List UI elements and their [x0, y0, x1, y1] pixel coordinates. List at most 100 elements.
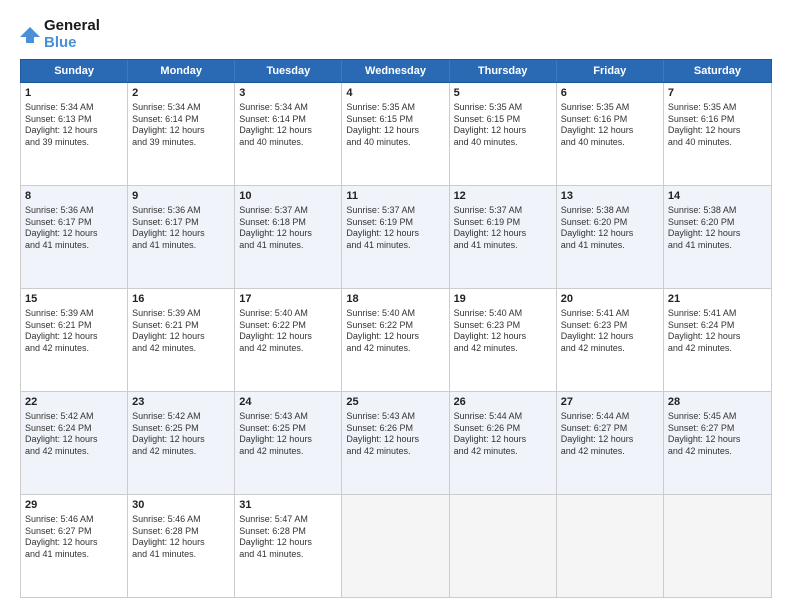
- logo-text: GeneralBlue: [44, 18, 100, 51]
- day-number: 25: [346, 395, 444, 410]
- cell-line: Sunset: 6:20 PM: [561, 217, 659, 229]
- day-cell-10: 10Sunrise: 5:37 AMSunset: 6:18 PMDayligh…: [235, 186, 342, 288]
- cell-line: Sunset: 6:24 PM: [668, 320, 767, 332]
- day-number: 29: [25, 498, 123, 513]
- cell-line: Daylight: 12 hours: [346, 434, 444, 446]
- cell-line: Sunset: 6:13 PM: [25, 114, 123, 126]
- cell-line: Sunrise: 5:38 AM: [668, 205, 767, 217]
- cell-line: Daylight: 12 hours: [561, 228, 659, 240]
- cell-line: Daylight: 12 hours: [132, 228, 230, 240]
- calendar-body: 1Sunrise: 5:34 AMSunset: 6:13 PMDaylight…: [20, 83, 772, 598]
- cell-line: and 42 minutes.: [454, 446, 552, 458]
- day-cell-23: 23Sunrise: 5:42 AMSunset: 6:25 PMDayligh…: [128, 392, 235, 494]
- day-cell-30: 30Sunrise: 5:46 AMSunset: 6:28 PMDayligh…: [128, 495, 235, 597]
- cell-line: and 39 minutes.: [132, 137, 230, 149]
- cell-line: Daylight: 12 hours: [239, 434, 337, 446]
- day-number: 4: [346, 86, 444, 101]
- day-cell-14: 14Sunrise: 5:38 AMSunset: 6:20 PMDayligh…: [664, 186, 771, 288]
- day-cell-26: 26Sunrise: 5:44 AMSunset: 6:26 PMDayligh…: [450, 392, 557, 494]
- cell-line: Sunset: 6:18 PM: [239, 217, 337, 229]
- day-number: 13: [561, 189, 659, 204]
- cell-line: Daylight: 12 hours: [25, 537, 123, 549]
- cell-line: Sunset: 6:28 PM: [239, 526, 337, 538]
- cell-line: Daylight: 12 hours: [454, 331, 552, 343]
- cell-line: Sunrise: 5:37 AM: [454, 205, 552, 217]
- cell-line: Sunset: 6:14 PM: [132, 114, 230, 126]
- cell-line: Sunset: 6:16 PM: [668, 114, 767, 126]
- day-cell-2: 2Sunrise: 5:34 AMSunset: 6:14 PMDaylight…: [128, 83, 235, 185]
- cell-line: and 42 minutes.: [668, 446, 767, 458]
- day-number: 3: [239, 86, 337, 101]
- day-number: 5: [454, 86, 552, 101]
- calendar-header: SundayMondayTuesdayWednesdayThursdayFrid…: [20, 59, 772, 83]
- day-cell-29: 29Sunrise: 5:46 AMSunset: 6:27 PMDayligh…: [21, 495, 128, 597]
- cell-line: Sunrise: 5:34 AM: [239, 102, 337, 114]
- cell-line: Sunset: 6:27 PM: [25, 526, 123, 538]
- cell-line: Sunrise: 5:36 AM: [132, 205, 230, 217]
- day-number: 26: [454, 395, 552, 410]
- empty-cell: [450, 495, 557, 597]
- day-number: 22: [25, 395, 123, 410]
- day-cell-22: 22Sunrise: 5:42 AMSunset: 6:24 PMDayligh…: [21, 392, 128, 494]
- cell-line: Sunrise: 5:44 AM: [454, 411, 552, 423]
- day-cell-9: 9Sunrise: 5:36 AMSunset: 6:17 PMDaylight…: [128, 186, 235, 288]
- cell-line: Daylight: 12 hours: [239, 331, 337, 343]
- day-cell-8: 8Sunrise: 5:36 AMSunset: 6:17 PMDaylight…: [21, 186, 128, 288]
- cell-line: and 42 minutes.: [346, 343, 444, 355]
- cell-line: Sunset: 6:23 PM: [561, 320, 659, 332]
- day-number: 19: [454, 292, 552, 307]
- cell-line: Daylight: 12 hours: [668, 228, 767, 240]
- day-cell-4: 4Sunrise: 5:35 AMSunset: 6:15 PMDaylight…: [342, 83, 449, 185]
- cell-line: Sunrise: 5:45 AM: [668, 411, 767, 423]
- cell-line: Daylight: 12 hours: [454, 125, 552, 137]
- cell-line: Sunrise: 5:39 AM: [132, 308, 230, 320]
- cell-line: Daylight: 12 hours: [668, 434, 767, 446]
- day-number: 2: [132, 86, 230, 101]
- cell-line: and 41 minutes.: [561, 240, 659, 252]
- cell-line: Sunrise: 5:34 AM: [25, 102, 123, 114]
- cell-line: Sunset: 6:22 PM: [239, 320, 337, 332]
- day-number: 11: [346, 189, 444, 204]
- day-cell-6: 6Sunrise: 5:35 AMSunset: 6:16 PMDaylight…: [557, 83, 664, 185]
- cell-line: Sunrise: 5:41 AM: [668, 308, 767, 320]
- day-cell-12: 12Sunrise: 5:37 AMSunset: 6:19 PMDayligh…: [450, 186, 557, 288]
- cell-line: Sunrise: 5:42 AM: [132, 411, 230, 423]
- day-cell-3: 3Sunrise: 5:34 AMSunset: 6:14 PMDaylight…: [235, 83, 342, 185]
- day-number: 6: [561, 86, 659, 101]
- cell-line: Sunset: 6:19 PM: [346, 217, 444, 229]
- cell-line: Daylight: 12 hours: [132, 331, 230, 343]
- cell-line: and 41 minutes.: [454, 240, 552, 252]
- empty-cell: [342, 495, 449, 597]
- cell-line: Sunset: 6:28 PM: [132, 526, 230, 538]
- cell-line: Daylight: 12 hours: [561, 331, 659, 343]
- cell-line: Daylight: 12 hours: [25, 228, 123, 240]
- calendar: SundayMondayTuesdayWednesdayThursdayFrid…: [20, 59, 772, 598]
- day-cell-16: 16Sunrise: 5:39 AMSunset: 6:21 PMDayligh…: [128, 289, 235, 391]
- day-number: 16: [132, 292, 230, 307]
- cell-line: Sunset: 6:19 PM: [454, 217, 552, 229]
- cell-line: Sunrise: 5:41 AM: [561, 308, 659, 320]
- day-cell-28: 28Sunrise: 5:45 AMSunset: 6:27 PMDayligh…: [664, 392, 771, 494]
- calendar-row-2: 15Sunrise: 5:39 AMSunset: 6:21 PMDayligh…: [21, 289, 771, 392]
- cell-line: and 42 minutes.: [561, 446, 659, 458]
- cell-line: Daylight: 12 hours: [25, 331, 123, 343]
- header-day-sunday: Sunday: [21, 60, 128, 82]
- cell-line: and 42 minutes.: [668, 343, 767, 355]
- cell-line: Sunrise: 5:36 AM: [25, 205, 123, 217]
- cell-line: Daylight: 12 hours: [239, 228, 337, 240]
- calendar-row-3: 22Sunrise: 5:42 AMSunset: 6:24 PMDayligh…: [21, 392, 771, 495]
- cell-line: and 42 minutes.: [132, 446, 230, 458]
- cell-line: Sunset: 6:26 PM: [454, 423, 552, 435]
- cell-line: Sunrise: 5:43 AM: [239, 411, 337, 423]
- cell-line: Sunset: 6:15 PM: [346, 114, 444, 126]
- cell-line: Sunrise: 5:46 AM: [132, 514, 230, 526]
- cell-line: and 42 minutes.: [346, 446, 444, 458]
- cell-line: and 42 minutes.: [25, 446, 123, 458]
- cell-line: Daylight: 12 hours: [561, 125, 659, 137]
- cell-line: Sunrise: 5:34 AM: [132, 102, 230, 114]
- day-cell-20: 20Sunrise: 5:41 AMSunset: 6:23 PMDayligh…: [557, 289, 664, 391]
- cell-line: Sunrise: 5:37 AM: [346, 205, 444, 217]
- day-number: 30: [132, 498, 230, 513]
- header-day-thursday: Thursday: [450, 60, 557, 82]
- cell-line: and 39 minutes.: [25, 137, 123, 149]
